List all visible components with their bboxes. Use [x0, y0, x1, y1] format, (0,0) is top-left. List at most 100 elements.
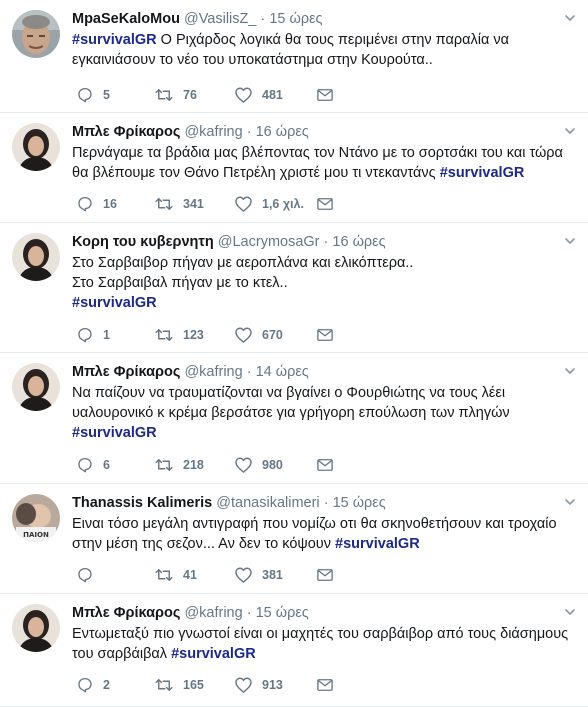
avatar[interactable] — [12, 10, 60, 58]
tweet-card[interactable]: ΠΑΙΟΝ Thanassis Kalimeris @tanasikalimeri… — [0, 484, 588, 594]
direct-message-button[interactable] — [316, 457, 336, 473]
tweet-header: Κορη του κυβερνητη @LacrymosaGr · 16 ώρε… — [72, 232, 574, 252]
reply-icon — [78, 196, 92, 212]
direct-message-button[interactable] — [316, 567, 336, 583]
tweet-feed: MpaSeKaloMou @VasilisZ_ · 15 ώρες #surviv… — [0, 0, 588, 707]
profile-photo-woman-icon — [12, 233, 60, 281]
username-handle[interactable]: @kafring — [184, 124, 242, 140]
reply-button[interactable]: 5 — [76, 86, 154, 104]
display-name[interactable]: MpaSeKaloMou — [72, 11, 180, 27]
tweet-actions: 1 123 670 — [76, 325, 336, 345]
reply-icon — [78, 87, 92, 103]
heart-icon — [235, 196, 252, 212]
avatar[interactable] — [12, 233, 60, 281]
tweet-actions: 5 76 481 — [76, 85, 336, 105]
profile-photo-man-icon — [12, 10, 60, 58]
envelope-icon — [317, 89, 333, 101]
display-name[interactable]: Μπλε Φρίκαρος — [72, 124, 180, 140]
profile-photo-woman-icon — [12, 123, 60, 171]
direct-message-button[interactable] — [316, 87, 336, 103]
hashtag-link[interactable]: #survivalGR — [440, 165, 525, 181]
timestamp[interactable]: 16 ώρες — [256, 124, 309, 140]
tweet-text-line: εγκαινιάσουν το νέο του υποκατάστημα στη… — [72, 50, 574, 70]
profile-photo-baby-icon: ΠΑΙΟΝ — [12, 494, 60, 542]
text-segment: στην μέση της σεζον... Αν δεν το κόψουν — [72, 536, 336, 552]
tweet-text-line: υαλουρονικό κ κρέμα βερσάτσε για γρήγορη… — [72, 403, 574, 423]
reply-button[interactable] — [76, 566, 154, 584]
avatar[interactable] — [12, 604, 60, 652]
reply-button[interactable]: 1 — [76, 326, 154, 344]
envelope-icon — [317, 459, 333, 471]
text-segment: Ειναι τόσο μεγάλη αντιγραφή που νομίζω ο… — [72, 516, 557, 532]
display-name[interactable]: Κορη του κυβερνητη — [72, 234, 214, 250]
retweet-button[interactable]: 165 — [154, 676, 234, 694]
tweet-actions: 41 381 — [76, 565, 336, 585]
tweet-card[interactable]: MpaSeKaloMou @VasilisZ_ · 15 ώρες #surviv… — [0, 0, 588, 113]
reply-button[interactable]: 16 — [76, 195, 154, 213]
tweet-card[interactable]: Μπλε Φρίκαρος @kafring · 16 ώρες Περνάγαμ… — [0, 113, 588, 223]
like-button[interactable]: 481 — [234, 86, 316, 104]
tweet-actions: 16 341 1,6 χιλ. — [76, 194, 336, 214]
username-handle[interactable]: @kafring — [184, 364, 242, 380]
text-segment: Εντωμεταξύ πιο γνωστοί είναι οι μαχητές … — [72, 626, 569, 642]
avatar[interactable] — [12, 123, 60, 171]
username-handle[interactable]: @LacrymosaGr — [218, 234, 320, 250]
reply-button[interactable]: 6 — [76, 456, 154, 474]
hashtag-link[interactable]: #survivalGR — [171, 646, 256, 662]
retweet-button[interactable]: 123 — [154, 326, 234, 344]
separator-dot: · — [246, 124, 252, 140]
direct-message-button[interactable] — [316, 327, 336, 343]
reply-button[interactable]: 2 — [76, 676, 154, 694]
retweet-icon — [155, 329, 173, 341]
retweet-count: 76 — [183, 88, 197, 102]
timestamp[interactable]: 16 ώρες — [332, 234, 385, 250]
timestamp[interactable]: 15 ώρες — [333, 495, 386, 511]
retweet-button[interactable]: 76 — [154, 86, 234, 104]
avatar[interactable]: ΠΑΙΟΝ — [12, 494, 60, 542]
like-button[interactable]: 1,6 χιλ. — [234, 195, 316, 213]
display-name[interactable]: Thanassis Kalimeris — [72, 495, 212, 511]
like-button[interactable]: 670 — [234, 326, 316, 344]
like-button[interactable]: 913 — [234, 676, 316, 694]
separator-dot: · — [246, 605, 252, 621]
like-count: 481 — [262, 88, 283, 102]
retweet-count: 218 — [183, 458, 204, 472]
reply-icon — [78, 457, 92, 473]
retweet-button[interactable]: 341 — [154, 195, 234, 213]
avatar[interactable] — [12, 363, 60, 411]
tweet-card[interactable]: Μπλε Φρίκαρος @kafring · 14 ώρες Να παίζο… — [0, 353, 588, 484]
heart-icon — [235, 87, 252, 103]
display-name[interactable]: Μπλε Φρίκαρος — [72, 364, 180, 380]
like-count: 913 — [262, 678, 283, 692]
timestamp[interactable]: 14 ώρες — [256, 364, 309, 380]
display-name[interactable]: Μπλε Φρίκαρος — [72, 605, 180, 621]
hashtag-link[interactable]: #survivalGR — [72, 32, 157, 48]
like-button[interactable]: 980 — [234, 456, 316, 474]
tweet-text-line: Να παίζουν να τραυματίζονται να βγαίνει … — [72, 383, 574, 403]
username-handle[interactable]: @kafring — [184, 605, 242, 621]
retweet-button[interactable]: 41 — [154, 566, 234, 584]
tweet-text: Εντωμεταξύ πιο γνωστοί είναι οι μαχητές … — [72, 624, 574, 664]
envelope-icon — [317, 679, 333, 691]
tweet-card[interactable]: Κορη του κυβερνητη @LacrymosaGr · 16 ώρε… — [0, 223, 588, 353]
retweet-button[interactable]: 218 — [154, 456, 234, 474]
timestamp[interactable]: 15 ώρες — [256, 605, 309, 621]
hashtag-link[interactable]: #survivalGR — [72, 295, 157, 311]
text-segment: Να παίζουν να τραυματίζονται να βγαίνει … — [72, 385, 506, 401]
avatar-caption: ΠΑΙΟΝ — [23, 531, 49, 539]
retweet-icon — [155, 679, 173, 691]
tweet-text-line: στην μέση της σεζον... Αν δεν το κόψουν … — [72, 534, 574, 554]
hashtag-link[interactable]: #survivalGR — [335, 536, 420, 552]
tweet-actions: 2 165 913 — [76, 675, 336, 695]
hashtag-link[interactable]: #survivalGR — [72, 425, 157, 441]
tweet-header: Thanassis Kalimeris @tanasikalimeri · 15… — [72, 493, 574, 513]
separator-dot: · — [323, 495, 329, 511]
tweet-card[interactable]: Μπλε Φρίκαρος @kafring · 15 ώρες Εντωμετα… — [0, 594, 588, 707]
tweet-content: Μπλε Φρίκαρος @kafring · 16 ώρες Περνάγαμ… — [72, 122, 574, 183]
direct-message-button[interactable] — [316, 677, 336, 693]
timestamp[interactable]: 15 ώρες — [269, 11, 322, 27]
username-handle[interactable]: @tanasikalimeri — [216, 495, 319, 511]
direct-message-button[interactable] — [316, 196, 336, 212]
username-handle[interactable]: @VasilisZ_ — [184, 11, 256, 27]
like-button[interactable]: 381 — [234, 566, 316, 584]
